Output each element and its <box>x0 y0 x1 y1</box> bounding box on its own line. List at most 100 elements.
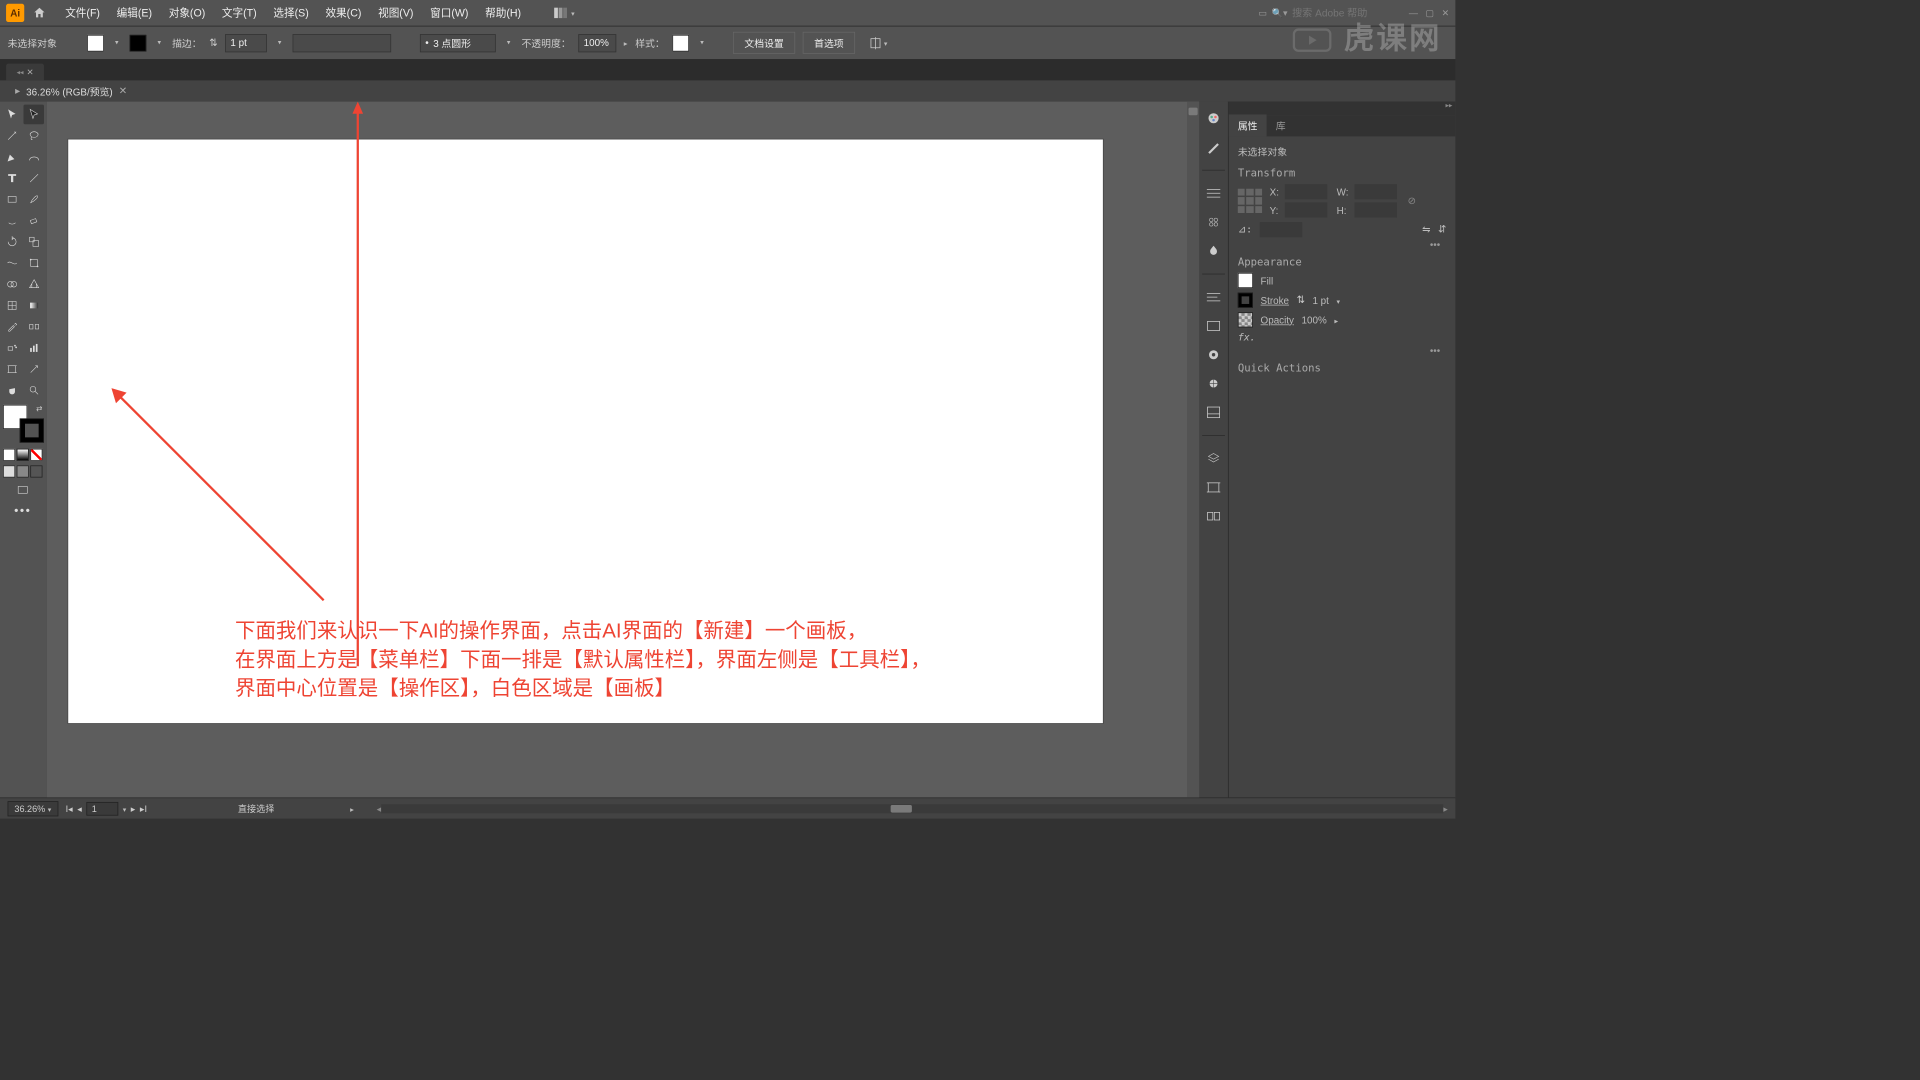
artboard-tool[interactable] <box>2 359 22 379</box>
menu-object[interactable]: 对象(O) <box>161 2 213 23</box>
flip-h-icon[interactable]: ⇋ <box>1422 224 1430 236</box>
reference-point[interactable] <box>1238 189 1262 213</box>
stroke-weight-dropdown[interactable] <box>274 34 285 51</box>
x-field[interactable] <box>1285 184 1327 199</box>
line-tool[interactable] <box>23 168 43 188</box>
prev-artboard-icon[interactable]: ◂ <box>77 803 82 814</box>
symbol-sprayer-tool[interactable] <box>2 338 22 358</box>
close-icon[interactable]: ✕ <box>1442 8 1450 19</box>
type-tool[interactable] <box>2 168 22 188</box>
menu-select[interactable]: 选择(S) <box>266 2 317 23</box>
perspective-tool[interactable] <box>23 274 43 294</box>
zoom-tool[interactable] <box>23 381 43 401</box>
column-graph-tool[interactable] <box>23 338 43 358</box>
swatches-panel-icon[interactable] <box>1204 138 1222 156</box>
prefs-button[interactable]: 首选项 <box>803 32 855 54</box>
draw-inside-icon[interactable] <box>30 465 42 477</box>
direct-selection-tool[interactable] <box>23 105 43 125</box>
symbols-panel-icon[interactable] <box>1204 242 1222 260</box>
stroke-dropdown-panel[interactable] <box>1336 294 1339 305</box>
align-panel-icon[interactable] <box>1204 288 1222 306</box>
tab-libraries[interactable]: 库 <box>1267 114 1295 136</box>
pen-tool[interactable] <box>2 147 22 167</box>
arrange-docs-icon[interactable] <box>554 8 574 19</box>
opacity-flyout-panel[interactable] <box>1334 314 1338 325</box>
canvas-area[interactable]: 下面我们来认识一下AI的操作界面，点击AI界面的【新建】一个画板， 在界面上方是… <box>47 102 1199 798</box>
brush-dropdown[interactable] <box>503 34 514 51</box>
artboard-num-field[interactable]: 1 <box>86 802 118 816</box>
status-flyout[interactable] <box>350 803 354 814</box>
curvature-tool[interactable] <box>23 147 43 167</box>
menu-file[interactable]: 文件(F) <box>58 2 108 23</box>
swap-fill-stroke-icon[interactable]: ⇄ <box>36 405 42 413</box>
shaper-tool[interactable] <box>2 211 22 231</box>
flip-v-icon[interactable]: ⇵ <box>1438 224 1446 236</box>
brush-field[interactable]: •3 点圆形 <box>420 34 496 52</box>
eraser-tool[interactable] <box>23 211 43 231</box>
menu-type[interactable]: 文字(T) <box>214 2 264 23</box>
slice-tool[interactable] <box>23 359 43 379</box>
style-swatch[interactable] <box>672 34 689 51</box>
menu-view[interactable]: 视图(V) <box>370 2 421 23</box>
appearance-more[interactable]: ••• <box>1238 343 1446 357</box>
first-artboard-icon[interactable]: I◂ <box>66 803 73 814</box>
stroke-swatch[interactable] <box>130 34 147 51</box>
blend-tool[interactable] <box>23 317 43 337</box>
artboard-dropdown[interactable] <box>123 803 126 814</box>
stroke-weight-field[interactable]: 1 pt <box>225 34 267 52</box>
stroke-color-swatch[interactable] <box>1238 293 1253 308</box>
document-tab[interactable]: ▸ 36.26% (RGB/预览) ✕ <box>9 81 133 101</box>
fill-color-swatch[interactable] <box>1238 273 1253 288</box>
brushes-panel-icon[interactable] <box>1204 213 1222 231</box>
opacity-swatch[interactable] <box>1238 312 1253 327</box>
paintbrush-tool[interactable] <box>23 190 43 210</box>
opacity-value[interactable]: 100% <box>1302 314 1327 325</box>
opacity-flyout[interactable] <box>624 37 628 48</box>
hand-tool[interactable] <box>2 381 22 401</box>
menu-help[interactable]: 帮助(H) <box>478 2 529 23</box>
gradient-tool[interactable] <box>23 296 43 316</box>
stroke-box[interactable] <box>20 418 44 442</box>
home-icon[interactable] <box>30 4 48 22</box>
tab-close-icon[interactable]: ✕ <box>119 85 127 97</box>
rotate-tool[interactable] <box>2 232 22 252</box>
links-panel-icon[interactable] <box>1204 507 1222 525</box>
free-transform-tool[interactable] <box>23 253 43 273</box>
stroke-stepper[interactable]: ⇅ <box>209 37 217 49</box>
minimize-icon[interactable]: — <box>1409 8 1418 19</box>
scale-tool[interactable] <box>23 232 43 252</box>
layout-icon[interactable]: ▭ <box>1258 8 1267 19</box>
edit-toolbar-button[interactable]: ••• <box>2 502 44 522</box>
horizontal-scrollbar[interactable]: ◂ ▸ <box>377 803 1448 814</box>
menu-edit[interactable]: 编辑(E) <box>109 2 160 23</box>
zoom-field[interactable]: 36.26% <box>8 801 58 816</box>
stroke-value[interactable]: 1 pt <box>1312 294 1328 305</box>
search-box[interactable]: ▭ 🔍▾ <box>1258 7 1398 18</box>
angle-field[interactable] <box>1260 222 1302 237</box>
opacity-field[interactable]: 100% <box>578 34 616 52</box>
color-white[interactable] <box>3 449 15 461</box>
doc-setup-button[interactable]: 文档设置 <box>733 32 795 54</box>
stroke-dropdown[interactable] <box>154 34 165 51</box>
fill-stroke-control[interactable]: ⇄ <box>3 405 44 443</box>
width-tool[interactable] <box>2 253 22 273</box>
fx-label[interactable]: fx. <box>1238 332 1446 343</box>
lasso-tool[interactable] <box>23 126 43 146</box>
var-width-field[interactable] <box>293 34 392 52</box>
graphic-styles-panel-icon[interactable] <box>1204 374 1222 392</box>
menu-effect[interactable]: 效果(C) <box>318 2 369 23</box>
color-none[interactable] <box>30 449 42 461</box>
align-icon[interactable] <box>869 36 888 50</box>
menu-window[interactable]: 窗口(W) <box>423 2 476 23</box>
draw-normal-icon[interactable] <box>3 465 15 477</box>
color-gradient[interactable] <box>17 449 29 461</box>
screen-mode-button[interactable] <box>2 481 44 501</box>
w-field[interactable] <box>1355 184 1397 199</box>
appearance-panel-icon[interactable] <box>1204 346 1222 364</box>
maximize-icon[interactable]: ▢ <box>1425 8 1434 19</box>
selection-tool[interactable] <box>2 105 22 125</box>
eyedropper-tool[interactable] <box>2 317 22 337</box>
magic-wand-tool[interactable] <box>2 126 22 146</box>
stroke-panel-icon[interactable] <box>1204 184 1222 202</box>
transform-panel-icon[interactable] <box>1204 317 1222 335</box>
